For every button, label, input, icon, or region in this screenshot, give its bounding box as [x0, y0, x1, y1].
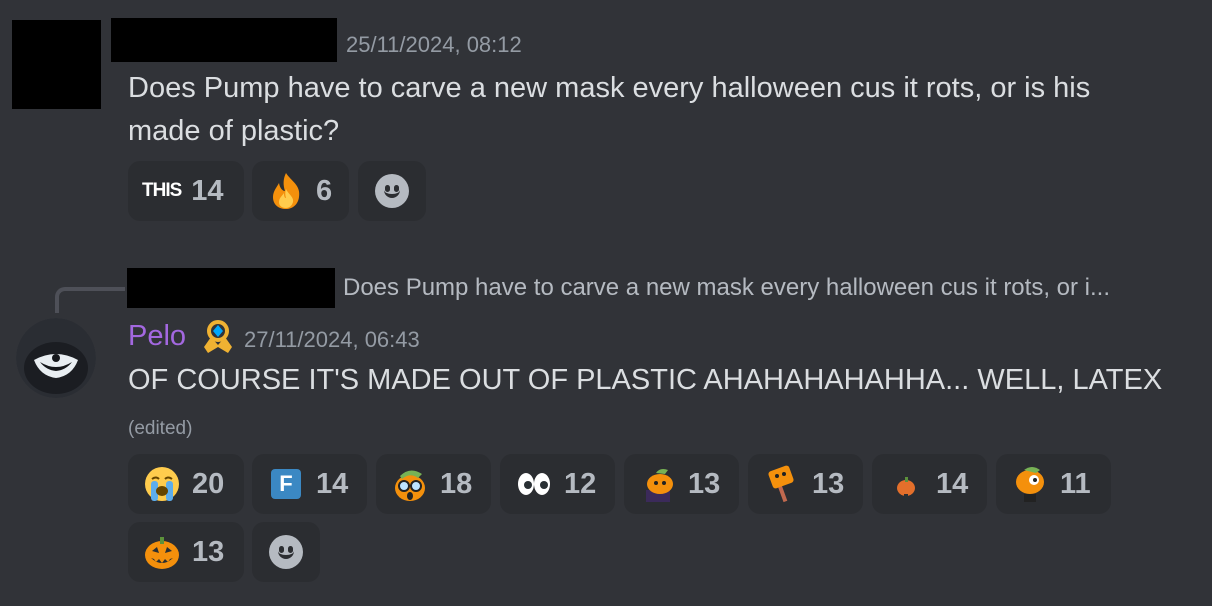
smiley-icon	[269, 535, 303, 569]
reaction-pumpkin-character[interactable]: 11	[996, 454, 1111, 514]
reaction-fire[interactable]: 6	[252, 161, 349, 221]
username-redacted[interactable]	[111, 18, 337, 62]
reaction-count: 20	[192, 467, 225, 500]
reaction-pumpkin-sign[interactable]: 13	[748, 454, 863, 514]
reaction-count: 13	[192, 535, 225, 568]
reaction-this[interactable]: THIS 14	[128, 161, 244, 221]
add-reaction-button[interactable]	[358, 161, 426, 221]
this-text-icon: THIS	[142, 180, 182, 201]
reaction-jack-o-lantern[interactable]: 13	[128, 522, 244, 582]
tiny-pumpkin-icon	[886, 464, 926, 504]
reaction-count: 12	[564, 467, 597, 500]
pumpkin-suit-icon	[638, 464, 678, 504]
reaction-eyes[interactable]: 12	[500, 454, 615, 514]
jack-o-lantern-icon	[142, 532, 182, 572]
message-text-line-2: made of plastic?	[128, 115, 340, 147]
loudly-crying-icon	[142, 464, 182, 504]
username[interactable]: Pelo	[128, 320, 186, 353]
avatar-redacted[interactable]	[12, 20, 101, 109]
reply-username-redacted[interactable]	[127, 268, 335, 308]
reaction-count: 13	[812, 467, 845, 500]
reaction-count: 6	[316, 174, 333, 207]
message-timestamp: 27/11/2024, 06:43	[244, 327, 420, 352]
pumpkin-character-icon	[1010, 464, 1050, 504]
reply-connector-line	[55, 287, 125, 313]
reaction-pumpkin-suit[interactable]: 13	[624, 454, 739, 514]
eyes-icon	[514, 464, 554, 504]
reaction-pumpkin-glasses[interactable]: 18	[376, 454, 491, 514]
avatar[interactable]	[16, 318, 96, 398]
role-badge-icon	[198, 317, 238, 357]
f-letter-icon: F	[266, 464, 306, 504]
reaction-count: 14	[936, 467, 969, 500]
reaction-count: 13	[688, 467, 721, 500]
reaction-count: 18	[440, 467, 473, 500]
reaction-f[interactable]: F 14	[252, 454, 367, 514]
pumpkin-glasses-icon	[390, 464, 430, 504]
reaction-count: 14	[191, 174, 224, 207]
message-text: OF COURSE IT'S MADE OUT OF PLASTIC AHAHA…	[128, 364, 1163, 396]
reply-preview-text[interactable]: Does Pump have to carve a new mask every…	[343, 274, 1110, 302]
fire-icon	[266, 171, 306, 211]
pumpkin-sign-icon	[762, 464, 802, 504]
edited-label: (edited)	[128, 418, 193, 439]
reaction-count: 14	[316, 467, 349, 500]
reaction-count: 11	[1060, 467, 1091, 500]
message-text-line-1: Does Pump have to carve a new mask every…	[128, 72, 1091, 104]
reaction-loudly-crying[interactable]: 20	[128, 454, 244, 514]
message-timestamp: 25/11/2024, 08:12	[346, 32, 522, 57]
f-letter-label: F	[271, 469, 301, 499]
add-reaction-button[interactable]	[252, 522, 320, 582]
smiley-icon	[375, 174, 409, 208]
reaction-tiny-pumpkin[interactable]: 14	[872, 454, 987, 514]
